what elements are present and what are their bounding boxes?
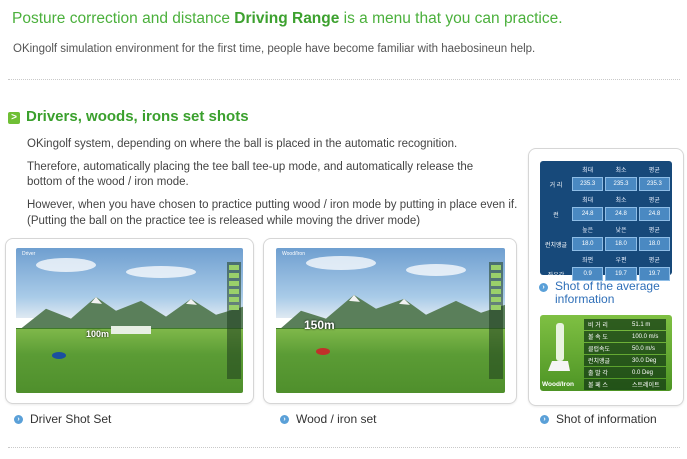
col-header: 최대 [582, 167, 594, 174]
caption-average-line2: information [555, 292, 615, 306]
caption-info: › Shot of information [540, 412, 657, 426]
average-stats-table: 최대 최소 평균 거 리 235.3 235.3 235.3 최대 최소 평균 [540, 161, 672, 283]
caption-wood-iron-text: Wood / iron set [296, 412, 377, 426]
caption-info-text: Shot of information [556, 412, 657, 426]
info-row: 볼 페 스 스트레이트 [584, 379, 666, 390]
section-paragraph: (Putting the ball on the practice tee is… [27, 215, 421, 227]
col-header: 최소 [615, 167, 627, 174]
row-label: 런 [553, 212, 559, 219]
stat-cell: 24.8 [638, 207, 670, 221]
stat-cell: 18.0 [605, 237, 637, 251]
hud-mode-label: Driver [22, 251, 36, 257]
stat-cell: 24.8 [605, 207, 637, 221]
driver-shot-card: Driver 100m [5, 238, 254, 404]
stat-cell: 24.8 [572, 207, 604, 221]
headline-text-end: is a menu that you can practice. [339, 10, 563, 27]
stat-cell: 235.3 [572, 177, 604, 191]
section-title: Drivers, woods, irons set shots [26, 108, 249, 125]
caption-average: › Shot of the average information [539, 280, 679, 306]
club-mode-label: Wood/Iron [542, 381, 575, 388]
col-header: 높은 [582, 227, 594, 234]
average-stats-panel: 최대 최소 평균 거 리 235.3 235.3 235.3 최대 최소 평균 [537, 158, 675, 281]
row-label: 런치앵글 [544, 242, 568, 249]
section-paragraph: OKingolf system, depending on where the … [27, 138, 458, 150]
stat-cell: 18.0 [638, 237, 670, 251]
caption-driver: › Driver Shot Set [14, 412, 111, 426]
wood-iron-shot-card: Wood/Iron 150m [263, 238, 517, 404]
caption-wood-iron: › Wood / iron set [280, 412, 376, 426]
distance-marker: 150m [304, 318, 335, 332]
col-header: 좌편 [582, 257, 594, 264]
info-row: 런치앵글 30.0 Deg [584, 355, 666, 366]
shot-info-card: 최대 최소 평균 거 리 235.3 235.3 235.3 최대 최소 평균 [528, 148, 684, 406]
chevron-right-icon: › [14, 414, 23, 424]
chevron-right-icon: › [540, 414, 549, 424]
distance-marker: 100m [86, 329, 110, 339]
col-header: 평균 [648, 257, 660, 264]
hud-mode-label: Wood/Iron [282, 251, 305, 257]
caption-driver-text: Driver Shot Set [30, 412, 112, 426]
wood-iron-shot-image: Wood/Iron 150m [276, 248, 505, 393]
section-paragraph: However, when you have chosen to practic… [27, 199, 518, 211]
col-header: 평균 [648, 227, 660, 234]
section-paragraph: Therefore, automatically placing the tee… [27, 161, 474, 173]
arrow-right-icon: > [8, 112, 20, 124]
chevron-right-icon: › [539, 283, 548, 292]
info-row: 클럽속도 50.0 m/s [584, 343, 666, 354]
page-subtitle: OKingolf simulation environment for the … [13, 43, 536, 55]
shot-info-panel: Wood/Iron 비 거 리 51.1 m 볼 속 도 100.0 m/s 클럽속… [537, 312, 675, 394]
info-row: 볼 속 도 100.0 m/s [584, 331, 666, 342]
stat-cell: 18.0 [572, 237, 604, 251]
stat-cell: 235.3 [605, 177, 637, 191]
col-header: 최대 [582, 197, 594, 204]
col-header: 평균 [648, 197, 660, 204]
info-row: 비 거 리 51.1 m [584, 319, 666, 330]
col-header: 낮은 [615, 227, 627, 234]
info-row: 출 발 각 0.0 Deg [584, 367, 666, 378]
divider [8, 447, 680, 448]
driver-shot-image: Driver 100m [16, 248, 243, 393]
col-header: 평균 [648, 167, 660, 174]
stat-cell: 235.3 [638, 177, 670, 191]
page-headline: Posture correction and distance Driving … [12, 10, 563, 28]
row-label: 거 리 [549, 182, 563, 189]
section-paragraph: bottom of the wood / iron mode. [27, 176, 189, 188]
headline-text: Posture correction and distance [12, 10, 235, 27]
golf-club-icon [548, 323, 570, 371]
chevron-right-icon: › [280, 414, 289, 424]
headline-highlight: Driving Range [234, 10, 340, 27]
col-header: 최소 [615, 197, 627, 204]
divider [8, 79, 680, 80]
col-header: 우편 [615, 257, 627, 264]
